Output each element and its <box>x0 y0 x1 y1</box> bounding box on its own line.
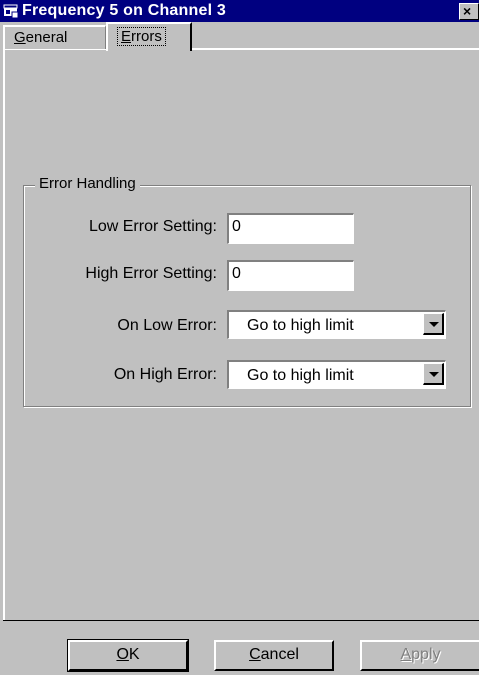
on-low-error-label: On Low Error: <box>117 317 217 334</box>
on-high-error-dropdown-button[interactable] <box>423 363 444 385</box>
on-low-error-value: Go to high limit <box>247 317 354 334</box>
chevron-down-icon <box>429 322 439 327</box>
on-high-error-label: On High Error: <box>113 366 217 383</box>
tab-general-label: General <box>14 29 68 46</box>
app-window-icon <box>3 4 19 19</box>
low-error-setting-field[interactable]: 0 <box>226 212 355 245</box>
high-error-setting-value: 0 <box>232 265 241 282</box>
low-error-setting-value: 0 <box>232 218 241 235</box>
on-high-error-value: Go to high limit <box>247 367 354 384</box>
high-error-setting-label: High Error Setting: <box>85 265 217 282</box>
tab-errors[interactable]: Errors <box>106 22 192 51</box>
tab-panel-edge <box>192 48 479 50</box>
dialog-window: Frequency 5 on Channel 3 × General Error… <box>0 0 479 675</box>
title-bar[interactable]: Frequency 5 on Channel 3 × <box>0 0 479 22</box>
low-error-setting-label: Low Error Setting: <box>88 218 217 235</box>
panel-bottom-edge <box>3 620 479 621</box>
window-title: Frequency 5 on Channel 3 <box>22 2 226 19</box>
close-icon: × <box>463 3 472 19</box>
high-error-setting-field[interactable]: 0 <box>226 259 355 292</box>
on-low-error-dropdown-button[interactable] <box>423 313 444 335</box>
cancel-button[interactable]: Cancel <box>214 640 334 671</box>
tab-errors-label: Errors <box>117 27 166 46</box>
apply-button-label: Apply <box>400 646 441 663</box>
ok-button[interactable]: OK <box>67 639 189 672</box>
on-high-error-dropdown[interactable]: Go to high limit <box>227 360 446 389</box>
group-title: Error Handling <box>35 175 140 192</box>
on-low-error-dropdown[interactable]: Go to high limit <box>227 310 446 339</box>
chevron-down-icon <box>429 372 439 377</box>
tab-general[interactable]: General <box>3 25 106 49</box>
ok-button-label: OK <box>116 646 140 663</box>
close-button[interactable]: × <box>459 3 479 20</box>
apply-button[interactable]: Apply <box>360 640 479 671</box>
cancel-button-label: Cancel <box>249 646 299 663</box>
